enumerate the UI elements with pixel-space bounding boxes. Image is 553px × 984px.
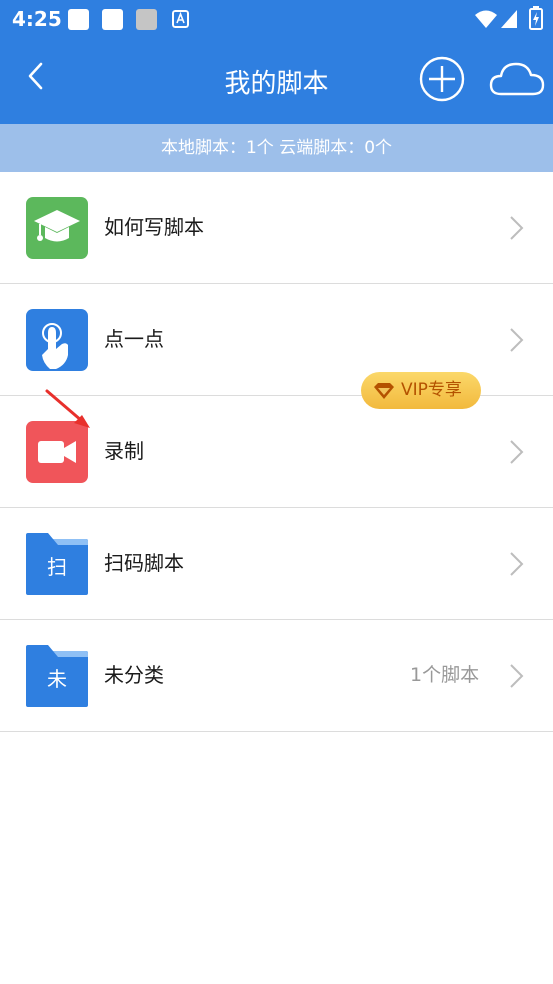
- wifi-icon: [475, 10, 497, 28]
- folder-icon: 扫: [26, 533, 88, 595]
- signal-icon: [501, 10, 517, 28]
- notification-icon: [102, 9, 123, 30]
- battery-icon: [529, 6, 543, 30]
- chevron-right-icon: [510, 440, 524, 464]
- list-item-label: 未分类: [104, 663, 164, 687]
- graduation-cap-icon: [26, 197, 88, 259]
- folder-icon-char: 扫: [47, 555, 67, 579]
- notification-icon: [68, 9, 89, 30]
- folder-icon: 未: [26, 645, 88, 707]
- page-title: 我的脚本: [224, 69, 329, 99]
- script-count: 1个脚本: [410, 664, 480, 686]
- chevron-right-icon: [510, 552, 524, 576]
- tap-hand-icon: [26, 309, 88, 371]
- list-item-label: 如何写脚本: [104, 215, 204, 239]
- annotation-arrow-icon: [45, 389, 90, 428]
- chevron-right-icon: [510, 216, 524, 240]
- keyboard-icon: [172, 10, 189, 28]
- list-item-label: 录制: [104, 439, 144, 463]
- diamond-icon: [374, 383, 394, 399]
- list-item-scan-script[interactable]: 扫 扫码脚本: [0, 508, 553, 620]
- list-item-uncategorized[interactable]: 未 未分类 1个脚本: [0, 620, 553, 732]
- chevron-right-icon: [510, 328, 524, 352]
- folder-icon-char: 未: [47, 667, 67, 691]
- notification-icon: [136, 9, 157, 30]
- vip-badge[interactable]: VIP专享: [361, 372, 481, 409]
- cloud-icon[interactable]: [489, 58, 545, 100]
- list-item-label: 点一点: [104, 327, 164, 351]
- script-list: 如何写脚本 点一点 录制 扫 扫码脚本 未 未分类 1个脚本: [0, 172, 553, 732]
- vip-badge-label: VIP专享: [401, 380, 462, 400]
- status-bar: 4:25: [0, 0, 553, 38]
- add-icon[interactable]: [418, 55, 466, 103]
- list-item-how-to-write[interactable]: 如何写脚本: [0, 172, 553, 284]
- list-item-label: 扫码脚本: [104, 551, 184, 575]
- status-time: 4:25: [12, 7, 62, 31]
- app-bar: 我的脚本: [0, 38, 553, 124]
- chevron-right-icon: [510, 664, 524, 688]
- script-count-summary: 本地脚本：1个 云端脚本：0个: [0, 124, 553, 172]
